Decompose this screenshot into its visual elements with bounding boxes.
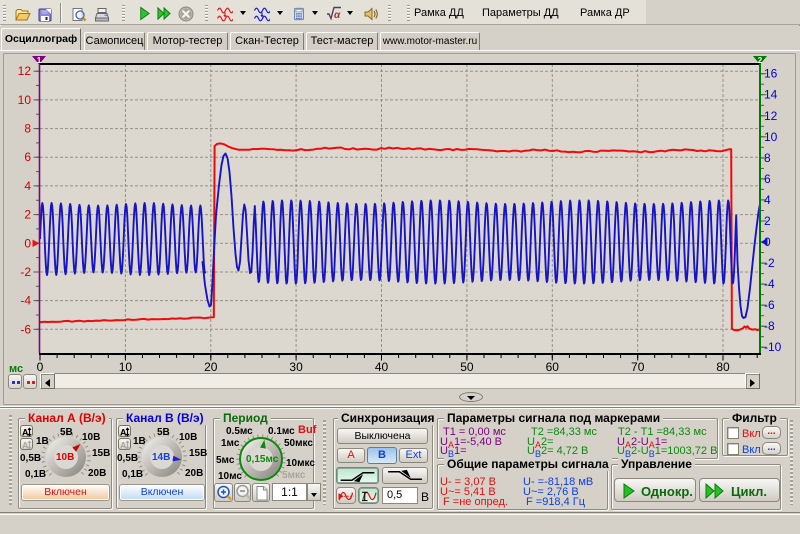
svg-text:-8: -8 <box>764 319 775 333</box>
svg-text:A: A <box>120 440 127 450</box>
svg-text:A: A <box>22 427 29 437</box>
svg-text:10: 10 <box>119 360 133 374</box>
svg-text:70: 70 <box>631 360 645 374</box>
svg-text:8: 8 <box>24 122 31 136</box>
svg-text:16: 16 <box>764 67 778 81</box>
svg-text:-4: -4 <box>764 277 775 291</box>
svg-text:40: 40 <box>375 360 389 374</box>
svg-text:-10: -10 <box>764 340 782 354</box>
svg-text:0: 0 <box>24 236 31 250</box>
svg-text:1: 1 <box>37 56 42 65</box>
svg-text:60: 60 <box>546 360 560 374</box>
svg-text:2: 2 <box>758 56 763 65</box>
svg-text:α: α <box>334 10 341 21</box>
svg-text:A: A <box>22 440 29 450</box>
svg-text:14: 14 <box>764 88 778 102</box>
svg-text:6: 6 <box>764 172 771 186</box>
svg-text:12: 12 <box>764 109 778 123</box>
svg-text:10: 10 <box>764 130 778 144</box>
svg-text:20: 20 <box>204 360 218 374</box>
svg-text:0: 0 <box>764 235 771 249</box>
svg-text:4: 4 <box>764 193 771 207</box>
svg-text:10: 10 <box>18 93 32 107</box>
svg-text:-6: -6 <box>764 298 775 312</box>
svg-text:6: 6 <box>24 150 31 164</box>
svg-text:-6: -6 <box>20 322 31 336</box>
svg-text:2: 2 <box>24 208 31 222</box>
svg-text:-4: -4 <box>20 294 31 308</box>
svg-text:8: 8 <box>764 151 771 165</box>
svg-text:0: 0 <box>37 360 44 374</box>
svg-text:12: 12 <box>18 64 32 78</box>
svg-text:A: A <box>120 427 127 437</box>
svg-text:4: 4 <box>24 179 31 193</box>
svg-text:-2: -2 <box>764 256 775 270</box>
svg-text:2: 2 <box>764 214 771 228</box>
svg-text:50: 50 <box>460 360 474 374</box>
svg-text:-2: -2 <box>20 265 31 279</box>
svg-text:80: 80 <box>716 360 730 374</box>
svg-text:30: 30 <box>289 360 303 374</box>
